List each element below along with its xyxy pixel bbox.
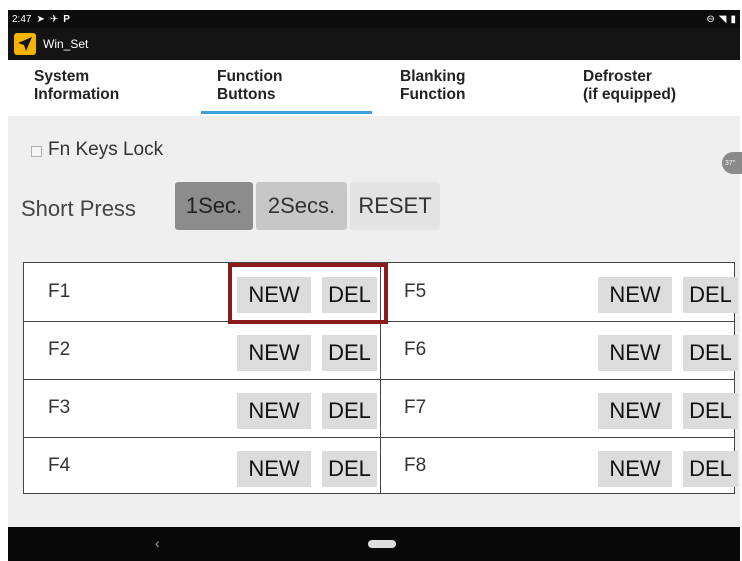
key-label-f6: F6 [404,339,427,360]
left-frame [0,0,8,561]
table-divider [24,437,734,438]
f1-del-button[interactable]: DEL [322,277,377,313]
parking-icon: P [63,13,70,25]
fn-keys-lock-checkbox[interactable]: Fn Keys Lock [31,139,163,161]
f6-new-button[interactable]: NEW [598,335,672,371]
status-time: 2:47 [12,13,32,25]
two-seconds-button[interactable]: 2Secs. [256,182,347,230]
status-bar: 2:47 ➤ ✈ P ⊖ ◥ ▮ [8,10,740,28]
fn-keys-lock-label: Fn Keys Lock [48,139,164,160]
navigation-icon: ➤ [36,13,45,25]
tab-defroster[interactable]: Defroster (if equipped) [557,60,740,116]
navigation-arrow-icon[interactable] [14,33,36,55]
key-label-f8: F8 [404,455,427,476]
key-label-f1: F1 [48,281,71,302]
f2-del-button[interactable]: DEL [322,335,377,371]
scroll-indicator[interactable]: 37° [722,152,742,174]
table-divider-vertical [380,263,381,493]
f4-new-button[interactable]: NEW [237,451,311,487]
tab-label-line1: Function [217,68,283,85]
battery-icon: ▮ [730,13,736,25]
f1-new-button[interactable]: NEW [237,277,311,313]
app-bar: Win_Set [8,28,740,60]
f5-del-button[interactable]: DEL [683,277,738,313]
navigation-bar: ‹ [8,527,740,561]
tab-label-line2: (if equipped) [583,86,676,103]
airplane-icon: ✈ [49,13,59,25]
f6-del-button[interactable]: DEL [683,335,738,371]
tab-label-line2: Buttons [217,86,276,103]
tab-label-line1: System [34,68,90,85]
table-divider [24,321,734,322]
home-pill-icon[interactable] [368,540,396,548]
content-area: Fn Keys Lock Short Press 1Sec. 2Secs. RE… [8,116,740,527]
key-label-f5: F5 [404,281,427,302]
tab-label-line1: Defroster [583,68,652,85]
f3-del-button[interactable]: DEL [322,393,377,429]
one-second-button[interactable]: 1Sec. [175,182,253,230]
tab-bar: System Information Function Buttons Blan… [8,60,740,116]
key-label-f3: F3 [48,397,71,418]
f3-new-button[interactable]: NEW [237,393,311,429]
reset-button[interactable]: RESET [350,182,440,230]
checkbox-box[interactable] [31,145,42,157]
f8-new-button[interactable]: NEW [598,451,672,487]
short-press-label: Short Press [21,196,136,221]
tab-function-buttons[interactable]: Function Buttons [191,60,374,116]
minus-circle-icon: ⊖ [706,13,715,25]
app-title: Win_Set [43,37,89,51]
key-label-f4: F4 [48,455,71,476]
wifi-icon: ◥ [718,13,727,25]
key-label-f2: F2 [48,339,71,360]
f2-new-button[interactable]: NEW [237,335,311,371]
f5-new-button[interactable]: NEW [598,277,672,313]
tab-label-line2: Information [34,86,120,103]
tab-blanking-function[interactable]: Blanking Function [374,60,557,116]
back-icon[interactable]: ‹ [155,535,160,551]
tab-label-line2: Function [400,86,466,103]
f7-del-button[interactable]: DEL [683,393,738,429]
function-key-table: F1 NEW DEL F2 NEW DEL F3 NEW DEL F4 NEW … [23,262,738,494]
f8-del-button[interactable]: DEL [683,451,738,487]
key-label-f7: F7 [404,397,427,418]
f7-new-button[interactable]: NEW [598,393,672,429]
tab-system-information[interactable]: System Information [8,60,191,116]
f4-del-button[interactable]: DEL [322,451,377,487]
table-divider [24,379,734,380]
tab-label-line1: Blanking [400,68,466,85]
